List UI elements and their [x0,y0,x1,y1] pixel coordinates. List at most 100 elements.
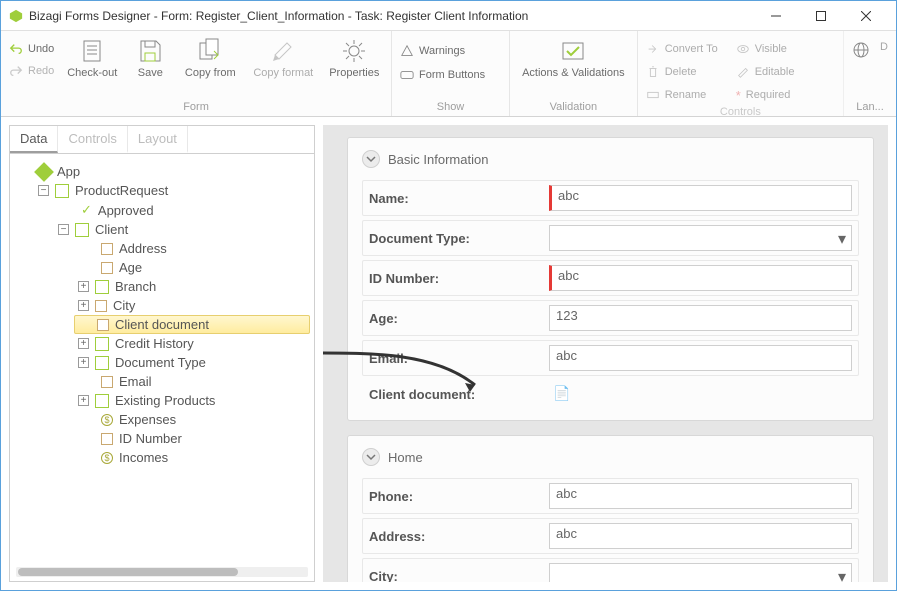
formbuttons-button[interactable]: Form Buttons [400,65,485,85]
field-phone[interactable]: Phone: abc [362,478,859,514]
field-doctype[interactable]: Document Type: ▾ [362,220,859,256]
tree-idnumber[interactable]: ID Number [119,431,182,446]
scrollbar-thumb[interactable] [18,568,238,576]
warnings-button[interactable]: Warnings [400,41,465,61]
tree-clientdocument[interactable]: Client document [115,317,209,332]
horizontal-scrollbar[interactable] [16,567,308,577]
entity-icon [95,356,109,370]
expand-icon[interactable]: + [78,357,89,368]
tab-controls[interactable]: Controls [58,126,127,153]
expand-icon[interactable]: + [78,338,89,349]
field-clientdocument[interactable]: Client document: 📄 [362,380,859,408]
tree-existingproducts[interactable]: Existing Products [115,393,215,408]
cube-icon [34,162,54,182]
group-basic-title: Basic Information [388,152,488,167]
entity-icon [95,394,109,408]
city-select[interactable] [549,563,852,582]
globe-icon[interactable] [852,41,870,59]
editable-button[interactable]: Editable [736,62,795,82]
tree-incomes[interactable]: Incomes [119,450,168,465]
tree-approved[interactable]: Approved [98,203,154,218]
name-input[interactable]: abc [549,185,852,211]
field-address[interactable]: Address: abc [362,518,859,554]
ribbon-group-controls: Controls [638,105,843,121]
tree-productrequest[interactable]: ProductRequest [75,183,168,198]
group-basic-information[interactable]: Basic Information Name: abc Document Typ… [347,137,874,421]
money-icon: $ [101,452,113,464]
maximize-button[interactable] [798,1,843,30]
rename-button[interactable]: Rename [646,85,718,105]
checkout-button[interactable]: Check-out [64,35,120,79]
field-icon [101,433,113,445]
field-age[interactable]: Age: 123 [362,300,859,336]
ribbon-group-show: Show [392,100,509,116]
expand-icon[interactable]: + [78,300,89,311]
tree-city[interactable]: City [113,298,135,313]
tree[interactable]: App −ProductRequest ✓Approved −Client Ad… [10,154,314,565]
tab-data[interactable]: Data [10,126,58,153]
redo-button[interactable]: Redo [9,61,54,81]
expand-icon[interactable]: + [78,395,89,406]
required-button[interactable]: *Required [736,85,795,105]
tab-layout[interactable]: Layout [128,126,188,153]
field-icon [97,319,109,331]
address-input[interactable]: abc [549,523,852,549]
tree-documenttype[interactable]: Document Type [115,355,206,370]
titlebar: Bizagi Forms Designer - Form: Register_C… [1,1,896,31]
ribbon: Undo Redo Check-out Save Copy from Copy … [1,31,896,117]
canvas[interactable]: Basic Information Name: abc Document Typ… [323,125,888,582]
chevron-down-icon[interactable] [362,150,380,168]
tree-branch[interactable]: Branch [115,279,156,294]
field-icon [95,300,107,312]
copyfrom-button[interactable]: Copy from [180,35,240,79]
field-email[interactable]: Email: abc [362,340,859,376]
group-home[interactable]: Home Phone: abc Address: abc City: ▾ [347,435,874,582]
actions-button[interactable]: Actions & Validations [518,35,628,79]
chevron-down-icon[interactable] [362,448,380,466]
visible-button[interactable]: Visible [736,39,795,59]
main: Data Controls Layout App − ProductRequest… [1,117,896,590]
field-city[interactable]: City: ▾ [362,558,859,582]
tree-app[interactable]: App [57,164,80,179]
field-name[interactable]: Name: abc [362,180,859,216]
idnumber-input[interactable]: abc [549,265,852,291]
entity-icon [75,223,89,237]
convert-button[interactable]: Convert To [646,39,718,59]
field-icon [101,243,113,255]
expand-icon[interactable]: + [78,281,89,292]
field-idnumber[interactable]: ID Number: abc [362,260,859,296]
age-input[interactable]: 123 [549,305,852,331]
window-title: Bizagi Forms Designer - Form: Register_C… [29,9,528,23]
caret-down-icon: ▾ [838,229,846,249]
tree-address[interactable]: Address [119,241,167,256]
properties-button[interactable]: Properties [326,35,382,79]
ribbon-group-lang: Lan... [844,100,896,116]
phone-input[interactable]: abc [549,483,852,509]
file-upload-icon[interactable]: 📄 [549,385,570,401]
ribbon-group-form: Form [1,100,391,116]
copyformat-button[interactable]: Copy format [250,35,316,79]
tabs: Data Controls Layout [10,126,314,154]
required-star-icon: * [736,88,741,103]
tree-email[interactable]: Email [119,374,152,389]
tree-age[interactable]: Age [119,260,142,275]
delete-button[interactable]: Delete [646,62,718,82]
tree-expenses[interactable]: Expenses [119,412,176,427]
collapse-icon[interactable]: − [58,224,69,235]
undo-button[interactable]: Undo [9,39,54,59]
field-icon [101,376,113,388]
money-icon: $ [101,414,113,426]
close-button[interactable] [843,1,888,30]
email-input[interactable]: abc [549,345,852,371]
collapse-icon[interactable]: − [38,185,49,196]
save-button[interactable]: Save [130,35,170,79]
field-icon [101,262,113,274]
tree-client[interactable]: Client [95,222,128,237]
doctype-select[interactable] [549,225,852,251]
group-home-title: Home [388,450,423,465]
entity-icon [95,280,109,294]
caret-down-icon: ▾ [838,567,846,582]
minimize-button[interactable] [753,1,798,30]
tree-credithistory[interactable]: Credit History [115,336,194,351]
entity-icon [95,337,109,351]
